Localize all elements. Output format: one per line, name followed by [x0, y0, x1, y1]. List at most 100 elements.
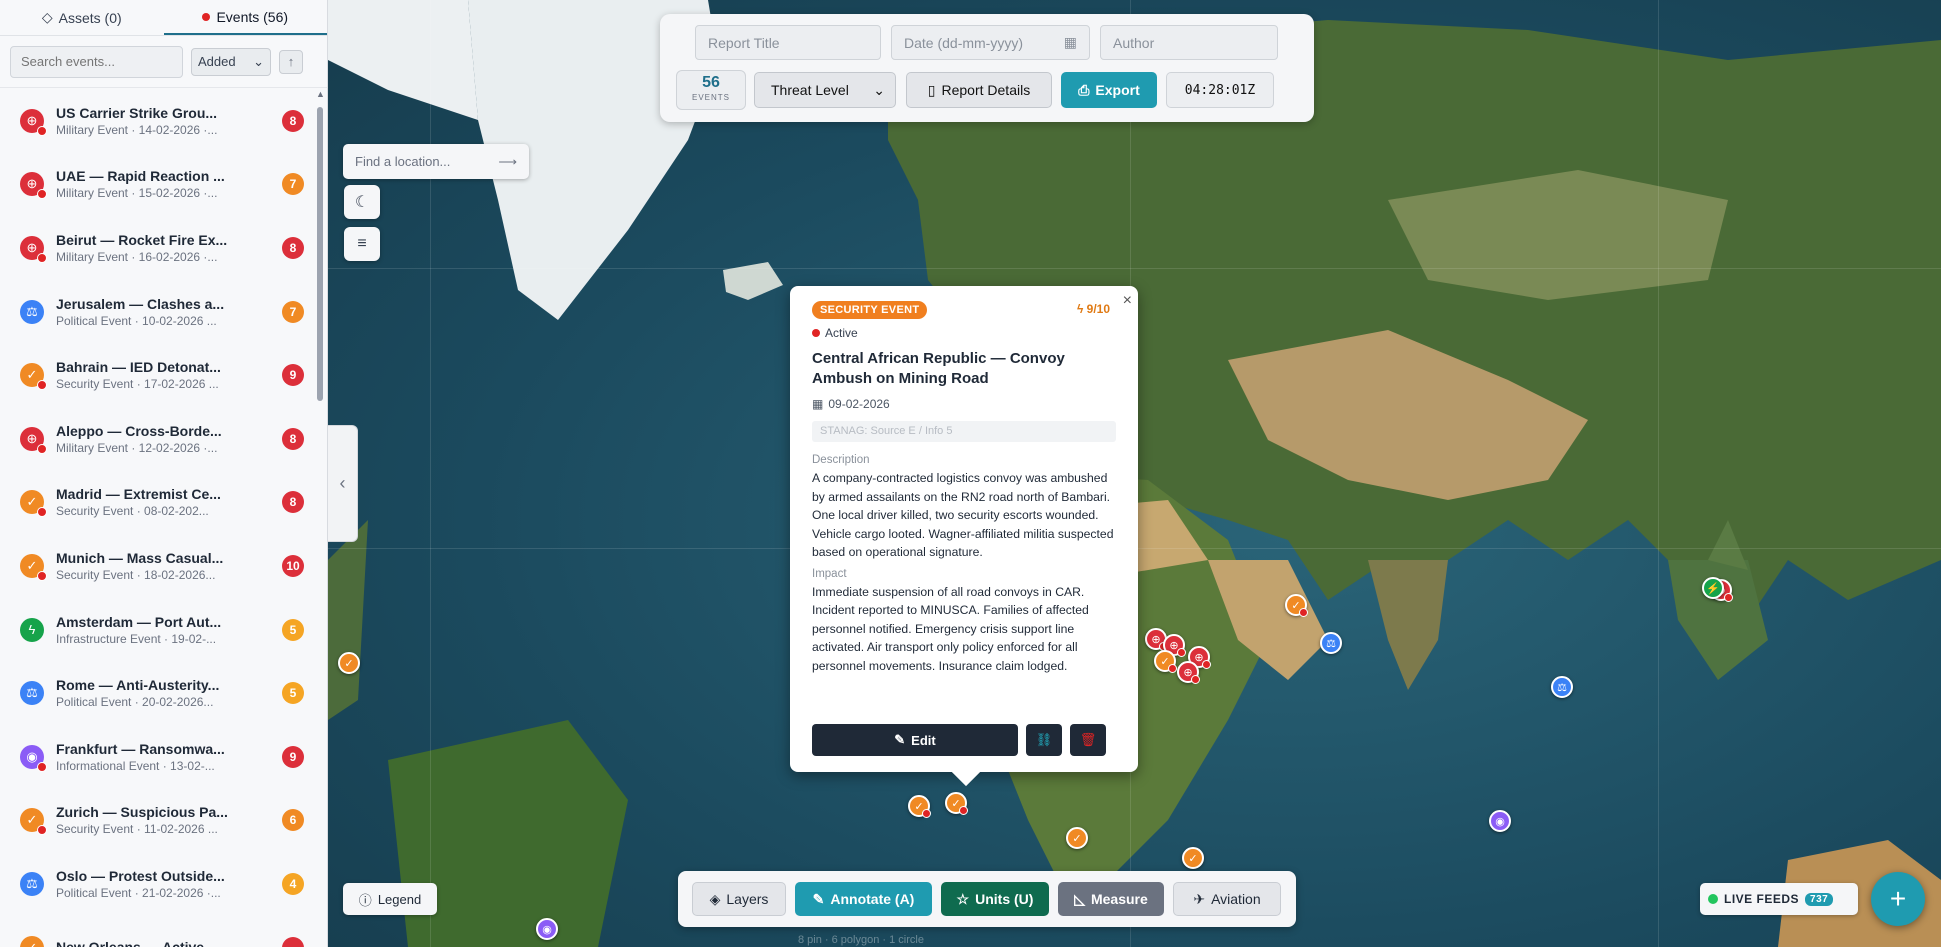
report-title-input[interactable]: Report Title: [695, 25, 881, 60]
live-feeds-count: 737: [1805, 892, 1834, 906]
event-title: UAE — Rapid Reaction ...: [56, 168, 225, 185]
event-subtitle: Security Event · 08-02-202...: [56, 504, 209, 519]
event-text: Rome — Anti-Austerity... Political Event …: [56, 677, 270, 709]
security-event-marker[interactable]: ✓: [1285, 594, 1308, 617]
security-event-marker[interactable]: ✓: [1154, 650, 1177, 673]
shield-icon: ✓: [20, 490, 47, 518]
informational-event-marker[interactable]: ◉: [536, 918, 558, 940]
threat-score-badge: 4: [282, 872, 304, 895]
event-title: Zurich — Suspicious Pa...: [56, 804, 228, 821]
export-button[interactable]: ⎙ Export: [1061, 72, 1157, 108]
event-list-item[interactable]: ⊕ UAE — Rapid Reaction ... Military Event …: [0, 153, 316, 217]
report-date-placeholder: Date (dd-mm-yyyy): [904, 34, 1024, 51]
annotate-button[interactable]: ✎ Annotate (A): [795, 882, 932, 916]
threat-score-badge: 9: [282, 364, 304, 387]
threat-score-badge: 9: [282, 745, 304, 768]
event-subtitle: Security Event · 11-02-2026 ...: [56, 822, 218, 837]
collapse-sidebar-button[interactable]: ‹: [328, 425, 358, 542]
event-list-item[interactable]: ⚖ Oslo — Protest Outside... Political Even…: [0, 852, 316, 916]
map-menu-button[interactable]: ≡: [344, 227, 380, 261]
political-event-marker[interactable]: ⚖: [1551, 676, 1573, 698]
info-icon: ⓘ: [358, 892, 372, 908]
delete-button[interactable]: 🗑: [1070, 724, 1106, 756]
layers-button[interactable]: ◈ Layers: [692, 882, 786, 916]
description-heading: Description: [812, 454, 870, 466]
threat-level-select[interactable]: Threat Level ⌄: [754, 72, 896, 108]
report-author-input[interactable]: Author: [1100, 25, 1278, 60]
arrow-right-icon[interactable]: ⟶: [498, 154, 517, 170]
units-button[interactable]: ☆ Units (U): [941, 882, 1049, 916]
location-search-placeholder: Find a location...: [355, 154, 451, 169]
moon-icon: ☾: [354, 194, 370, 211]
informational-event-marker[interactable]: ◉: [1489, 810, 1511, 832]
event-list-item[interactable]: ✓ Madrid — Extremist Ce... Security Event …: [0, 471, 316, 535]
report-details-button[interactable]: ▯ Report Details: [906, 72, 1052, 108]
sidebar-scrollbar[interactable]: ▲: [316, 89, 325, 947]
event-list: ⊕ US Carrier Strike Grou... Military Event…: [0, 89, 316, 947]
security-event-marker[interactable]: ✓: [1066, 827, 1088, 849]
event-list-item[interactable]: ✓ Bahrain — IED Detonat... Security Event …: [0, 343, 316, 407]
event-title: New Orleans — Active ...: [56, 938, 220, 947]
shield-icon: ✓: [20, 553, 47, 581]
event-impact: Immediate suspension of all road convoys…: [812, 584, 1089, 673]
event-list-item[interactable]: ⊕ Beirut — Rocket Fire Ex... Military Even…: [0, 216, 316, 280]
threat-score-badge: [282, 936, 304, 947]
selected-event-marker[interactable]: ✓: [945, 792, 968, 815]
chevron-down-icon: ⌄: [253, 53, 264, 69]
event-title: Amsterdam — Port Aut...: [56, 613, 222, 630]
annotate-label: Annotate (A): [830, 891, 915, 907]
grid-line: [1658, 0, 1659, 947]
add-event-button[interactable]: +: [1871, 872, 1925, 926]
event-list-item[interactable]: ⊕ US Carrier Strike Grou... Military Event…: [0, 89, 316, 153]
event-subtitle: Military Event · 15-02-2026 ·...: [56, 186, 218, 201]
tab-assets[interactable]: ◇ Assets (0): [0, 0, 164, 35]
events-counter: 56 EVENTS: [676, 70, 746, 110]
legend-button[interactable]: ⓘ Legend: [343, 883, 437, 915]
event-list-item[interactable]: ⚖ Rome — Anti-Austerity... Political Event…: [0, 661, 316, 725]
search-events-input[interactable]: [10, 45, 183, 78]
live-feeds-label: LIVE FEEDS: [1724, 892, 1800, 906]
edit-button[interactable]: ✎ Edit: [812, 724, 1018, 756]
event-list-item[interactable]: ⊕ Aleppo — Cross-Borde... Military Event ·…: [0, 407, 316, 471]
layers-label: Layers: [726, 891, 769, 907]
security-event-marker[interactable]: ✓: [1182, 847, 1204, 869]
event-title: Jerusalem — Clashes a...: [56, 295, 225, 312]
event-list-item[interactable]: ✓ New Orleans — Active ...: [0, 916, 316, 947]
event-text: US Carrier Strike Grou... Military Event …: [56, 105, 270, 137]
measure-button[interactable]: ◺ Measure: [1058, 882, 1164, 916]
aviation-button[interactable]: ✈ Aviation: [1173, 882, 1281, 916]
threat-score-badge: 7: [282, 300, 304, 323]
infrastructure-event-marker[interactable]: ⚡: [1702, 577, 1724, 599]
event-category-badge: SECURITY EVENT: [812, 301, 928, 319]
report-date-input[interactable]: Date (dd-mm-yyyy) ▦: [891, 25, 1090, 60]
sort-select[interactable]: Added ⌄: [191, 47, 271, 76]
event-list-item[interactable]: ✓ Munich — Mass Casual... Security Event ·…: [0, 534, 316, 598]
event-text: Aleppo — Cross-Borde... Military Event · …: [56, 423, 270, 455]
event-list-item[interactable]: ϟ Amsterdam — Port Aut... Infrastructure E…: [0, 598, 316, 662]
calendar-icon[interactable]: ▦: [1064, 34, 1077, 51]
arrow-up-icon: ↑: [287, 54, 295, 69]
location-search-input[interactable]: Find a location... ⟶: [343, 144, 529, 179]
security-event-marker[interactable]: ✓: [908, 795, 931, 818]
scroll-up-icon[interactable]: ▲: [316, 89, 325, 99]
event-list-item[interactable]: ✓ Zurich — Suspicious Pa... Security Event…: [0, 789, 316, 853]
scales-icon: ⚖: [20, 871, 44, 896]
event-date-value: 09-02-2026: [828, 397, 890, 411]
military-event-marker[interactable]: ⊕: [1177, 661, 1200, 684]
link-button[interactable]: ⛓: [1026, 724, 1062, 756]
shield-icon: ✓: [20, 935, 44, 947]
close-icon[interactable]: ×: [1123, 292, 1132, 310]
sort-direction-button[interactable]: ↑: [279, 49, 303, 74]
event-list-item[interactable]: ◉ Frankfurt — Ransomwa... Informational Ev…: [0, 725, 316, 789]
event-list-item[interactable]: ⚖ Jerusalem — Clashes a... Political Event…: [0, 280, 316, 344]
scrollbar-thumb[interactable]: [317, 107, 323, 401]
legend-label: Legend: [377, 891, 422, 907]
tab-events[interactable]: Events (56): [163, 0, 327, 35]
security-event-marker[interactable]: ✓: [338, 652, 360, 674]
political-event-marker[interactable]: ⚖: [1320, 632, 1342, 654]
threat-score-badge: 5: [282, 618, 304, 641]
layers-icon: ◈: [709, 890, 721, 907]
theme-toggle-button[interactable]: ☾: [344, 185, 380, 219]
live-feeds-button[interactable]: LIVE FEEDS 737: [1700, 883, 1858, 915]
chevron-down-icon: ⌄: [873, 81, 885, 98]
